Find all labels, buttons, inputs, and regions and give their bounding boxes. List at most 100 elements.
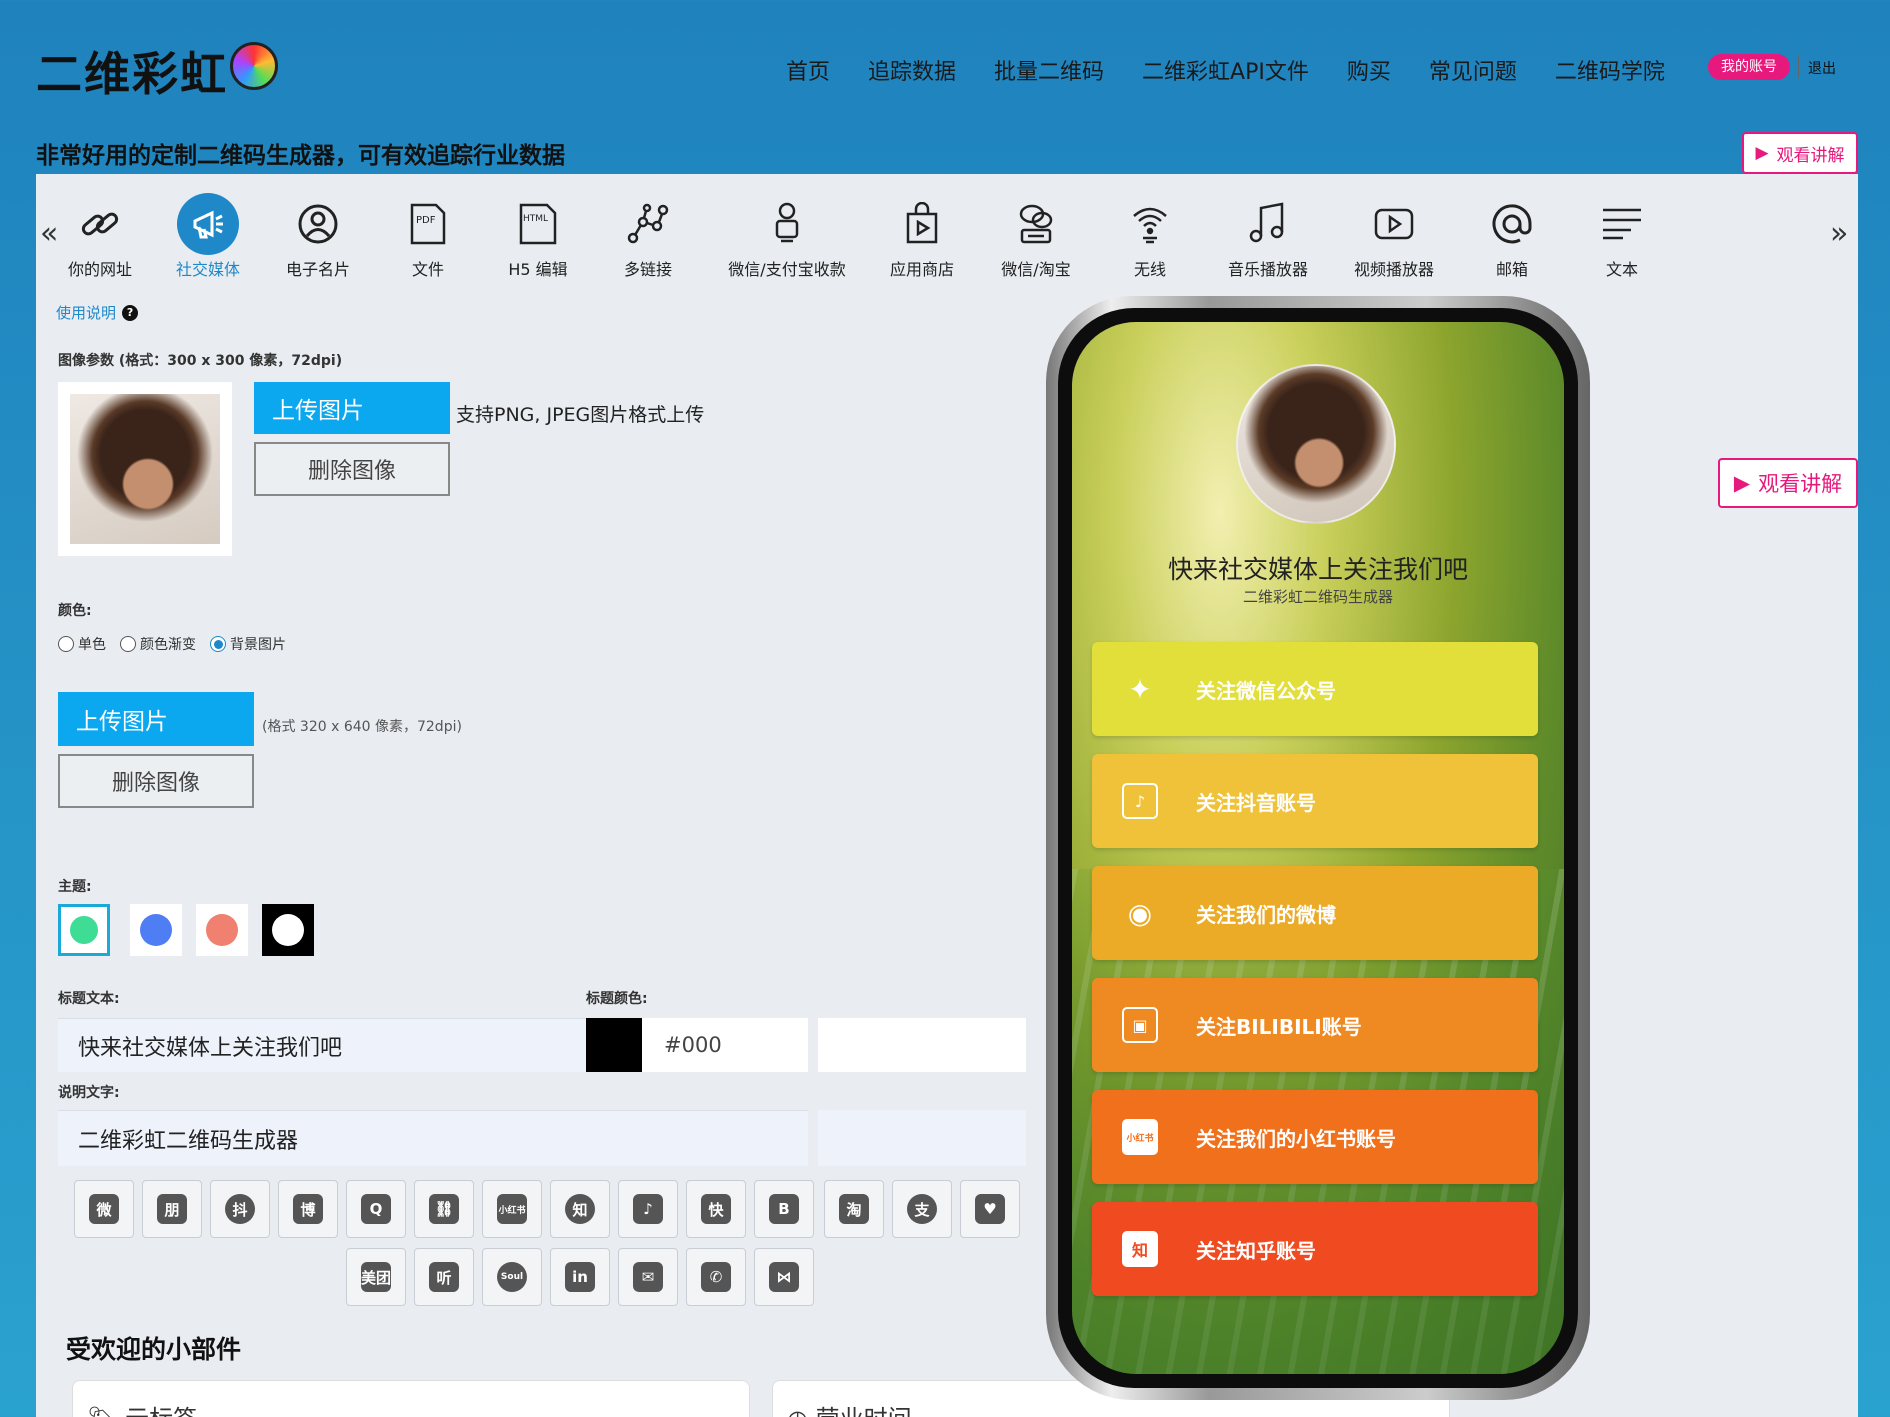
bear-logo-icon[interactable] [230,42,278,90]
toolbar-next-icon[interactable]: » [1830,216,1848,251]
my-account-button[interactable]: 我的账号 [1708,54,1790,80]
preview-link-button[interactable]: ◉ 关注我们的微博 [1092,866,1538,960]
title-text-input[interactable]: 快来社交媒体上关注我们吧 [58,1018,586,1072]
avatar [70,394,220,544]
tool-payment[interactable]: 微信/支付宝收款 [724,198,850,280]
tool-vcard[interactable]: 电子名片 [258,198,378,280]
nav-home[interactable]: 首页 [786,54,830,86]
tool-h5[interactable]: HTML H5 编辑 [478,198,598,280]
nav-academy[interactable]: 二维码学院 [1555,54,1665,86]
social-option-taobao[interactable]: 淘 [824,1180,884,1238]
play-icon: ▶ [1755,143,1769,163]
social-option-wechat-moments[interactable]: 朋 [142,1180,202,1238]
social-option-heart[interactable]: ♥ [960,1180,1020,1238]
tool-video[interactable]: 视频播放器 [1334,198,1454,280]
tool-wechat-taobao[interactable]: 微信/淘宝 [976,198,1096,280]
logo-text[interactable]: 二维彩虹 [36,38,228,104]
social-option-weibo[interactable]: 博 [278,1180,338,1238]
social-option-bilibili[interactable]: B [754,1180,814,1238]
tool-label: 多链接 [623,260,672,279]
tool-app-store[interactable]: 应用商店 [862,198,982,280]
main-nav: 首页 追踪数据 批量二维码 二维彩虹API文件 购买 常见问题 二维码学院 [786,54,1665,86]
nav-tracking[interactable]: 追踪数据 [868,54,956,86]
social-option-kuaishou[interactable]: 快 [686,1180,746,1238]
tool-social-media[interactable]: 社交媒体 [148,193,268,280]
tool-wifi[interactable]: 无线 [1090,198,1210,280]
social-option-soul[interactable]: Soul [482,1248,542,1306]
nav-batch[interactable]: 批量二维码 [994,54,1104,86]
preview-link-button[interactable]: ✦ 关注微信公众号 [1092,642,1538,736]
network-icon [588,198,708,250]
radio-label: 颜色渐变 [140,637,196,653]
tool-email[interactable]: 邮箱 [1452,198,1572,280]
delete-background-button[interactable]: 删除图像 [58,754,254,808]
tool-label: H5 编辑 [508,260,568,279]
tool-url[interactable]: 你的网址 [40,198,160,280]
question-icon: ? [122,304,139,321]
tool-file[interactable]: PDF 文件 [368,198,488,280]
video-icon [1334,198,1454,250]
radio-checked-icon[interactable] [210,636,226,652]
social-option-wechat[interactable]: 微 [74,1180,134,1238]
social-option-butterfly[interactable]: ⋈ [754,1248,814,1306]
social-option-zhihu[interactable]: 知 [550,1180,610,1238]
theme-dot [68,914,100,946]
preview-avatar [1236,364,1396,524]
theme-swatch-blue[interactable] [130,904,182,956]
help-link[interactable]: 使用说明 ? [56,302,139,323]
zhihu-icon: 知 [565,1194,595,1224]
social-option-meituan[interactable]: 美团 [346,1248,406,1306]
empty-field[interactable] [818,1018,1026,1072]
megaphone-icon [177,193,239,255]
nav-divider [1798,56,1799,78]
preview-link-button[interactable]: 知 关注知乎账号 [1092,1202,1538,1296]
tool-label: 邮箱 [1495,260,1528,279]
tool-label: 文件 [411,260,444,279]
radio-background-image[interactable]: 背景图片 [210,634,286,654]
widget-card-cloud-tag[interactable]: 🏷 云标签 [72,1380,750,1417]
radio-circle-icon[interactable] [58,636,74,652]
social-option-xiaohongshu[interactable]: 小红书 [482,1180,542,1238]
tool-music[interactable]: 音乐播放器 [1208,198,1328,280]
title-color-swatch[interactable] [586,1018,642,1072]
wechat-icon: ✦ [1128,672,1152,706]
social-option-tiktok[interactable]: ♪ [618,1180,678,1238]
butterfly-icon: ⋈ [769,1262,799,1292]
kuaishou-icon: 快 [701,1194,731,1224]
delete-avatar-button[interactable]: 删除图像 [254,442,450,496]
theme-swatch-green[interactable] [58,904,110,956]
empty-field[interactable] [818,1110,1026,1166]
social-option-douyin-round[interactable]: 抖 [210,1180,270,1238]
tool-label: 你的网址 [67,260,132,279]
description-input[interactable]: 二维彩虹二维码生成器 [58,1110,808,1166]
social-option-qq[interactable]: Q [346,1180,406,1238]
upload-background-button[interactable]: 上传图片 [58,692,254,746]
tool-multilink[interactable]: 多链接 [588,198,708,280]
nav-buy[interactable]: 购买 [1347,54,1391,86]
social-option-alipay[interactable]: 支 [892,1180,952,1238]
theme-swatch-black[interactable] [262,904,314,956]
preview-link-button[interactable]: 小红书 关注我们的小红书账号 [1092,1090,1538,1184]
music-icon [1208,198,1328,250]
preview-link-label: 关注我们的微博 [1196,902,1336,927]
play-icon: ▶ [1733,471,1751,495]
radio-solid[interactable]: 单色 [58,634,106,654]
nav-api[interactable]: 二维彩虹API文件 [1142,54,1309,86]
preview-link-button[interactable]: ♪ 关注抖音账号 [1092,754,1538,848]
watch-tutorial-side-button[interactable]: ▶ 观看讲解 [1718,458,1858,508]
title-color-input[interactable]: #000 [642,1018,808,1072]
upload-avatar-button[interactable]: 上传图片 [254,382,450,434]
social-option-linkedin[interactable]: in [550,1248,610,1306]
social-option-link[interactable]: ⛓ [414,1180,474,1238]
radio-circle-icon[interactable] [120,636,136,652]
watch-tutorial-button[interactable]: ▶ 观看讲解 [1742,132,1858,174]
tool-text[interactable]: 文本 [1562,198,1682,280]
nav-faq[interactable]: 常见问题 [1429,54,1517,86]
social-option-mail[interactable]: ✉ [618,1248,678,1306]
social-option-phone[interactable]: ✆ [686,1248,746,1306]
theme-swatch-coral[interactable] [196,904,248,956]
radio-gradient[interactable]: 颜色渐变 [120,634,196,654]
logout-link[interactable]: 退出 [1808,58,1836,78]
social-option-ting[interactable]: 听 [414,1248,474,1306]
preview-link-button[interactable]: ▣ 关注BILIBILI账号 [1092,978,1538,1072]
